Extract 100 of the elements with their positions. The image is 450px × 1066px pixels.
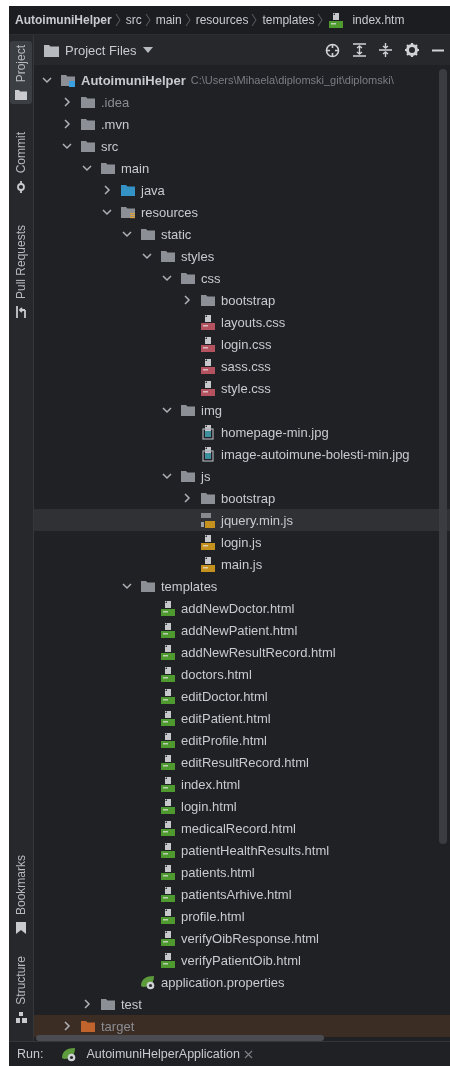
breadcrumb-item[interactable]: index.htm xyxy=(352,13,405,27)
item-name: static xyxy=(161,226,192,242)
image-file-icon xyxy=(200,424,216,440)
tree-row[interactable]: java xyxy=(34,179,450,201)
run-tab[interactable]: AutoimuniHelperApplication xyxy=(61,1046,253,1062)
folder-icon xyxy=(200,491,216,505)
tree-row[interactable]: patientsArhive.html xyxy=(34,883,450,905)
tree-row[interactable]: profile.html xyxy=(34,905,450,927)
tool-window-button[interactable]: Pull Requests xyxy=(10,220,32,322)
tree-row[interactable]: main.js xyxy=(34,553,450,575)
tree-row[interactable]: doctors.html xyxy=(34,663,450,685)
tree-row[interactable]: verifyOibResponse.html xyxy=(34,927,450,949)
folder-icon xyxy=(60,73,76,87)
item-name: homepage-min.jpg xyxy=(221,424,329,440)
breadcrumb-item[interactable]: main xyxy=(155,13,182,27)
item-name: java xyxy=(141,182,165,198)
tree-row[interactable]: bootstrap xyxy=(34,289,450,311)
tree-row[interactable]: static xyxy=(34,223,450,245)
tree-row[interactable]: editProfile.html xyxy=(34,729,450,751)
item-name: layouts.css xyxy=(221,314,286,330)
settings-icon[interactable] xyxy=(405,43,419,57)
tree-row[interactable]: addNewPatient.html xyxy=(34,619,450,641)
item-name: patients.html xyxy=(181,864,255,880)
tree-row[interactable]: patients.html xyxy=(34,861,450,883)
tree-row[interactable]: style.css xyxy=(34,377,450,399)
html-file-icon xyxy=(328,12,345,28)
item-name: addNewPatient.html xyxy=(181,622,298,638)
folder-icon xyxy=(80,1019,96,1033)
tree-row[interactable]: img xyxy=(34,399,450,421)
html-file-icon xyxy=(160,776,176,792)
collapse-all-icon[interactable] xyxy=(379,43,392,57)
tree-row[interactable]: editResultRecord.html xyxy=(34,751,450,773)
html-file-icon xyxy=(160,952,176,968)
tree-row[interactable]: css xyxy=(34,267,450,289)
tree-row[interactable]: layouts.css xyxy=(34,311,450,333)
html-file-icon xyxy=(160,600,176,616)
item-name: css xyxy=(201,270,221,286)
tree-row[interactable]: .mvn xyxy=(34,113,450,135)
tool-window-button[interactable]: Commit xyxy=(10,128,32,197)
tree-row[interactable]: patientHealthResults.html xyxy=(34,839,450,861)
js-file-icon xyxy=(200,556,216,572)
folder-icon xyxy=(180,469,196,483)
tree-row[interactable]: js xyxy=(34,465,450,487)
tree-row[interactable]: bootstrap xyxy=(34,487,450,509)
item-name: index.html xyxy=(181,776,241,792)
html-file-icon xyxy=(160,732,176,748)
item-name: doctors.html xyxy=(181,666,252,682)
folder-icon xyxy=(140,579,156,593)
folder-icon xyxy=(15,89,27,101)
tree-row[interactable]: verifyPatientOib.html xyxy=(34,949,450,971)
html-file-icon xyxy=(160,622,176,638)
tree-row[interactable]: homepage-min.jpg xyxy=(34,421,450,443)
item-name: login.html xyxy=(181,798,237,814)
folder-icon xyxy=(120,205,136,219)
item-name: editProfile.html xyxy=(181,732,267,748)
tree-row[interactable]: test xyxy=(34,993,450,1015)
breadcrumb-item[interactable]: resources xyxy=(195,13,249,27)
item-name: patientsArhive.html xyxy=(181,886,292,902)
tree-row[interactable]: .idea xyxy=(34,91,450,113)
tree-row[interactable]: src xyxy=(34,135,450,157)
tree-row[interactable]: jquery.min.js xyxy=(34,509,450,531)
tree-row[interactable]: login.html xyxy=(34,795,450,817)
expand-all-icon[interactable] xyxy=(353,43,366,57)
tree-row[interactable]: medicalRecord.html xyxy=(34,817,450,839)
folder-icon xyxy=(100,997,116,1011)
breadcrumb-item[interactable]: templates xyxy=(262,13,315,27)
tree-row[interactable]: styles xyxy=(34,245,450,267)
tree-row[interactable]: login.js xyxy=(34,531,450,553)
tree-row[interactable]: AutoimuniHelper C:\Users\Mihaela\diplomski_git\diplomski\ xyxy=(34,69,450,91)
tree-row[interactable]: sass.css xyxy=(34,355,450,377)
dropdown-caret-icon[interactable] xyxy=(142,47,153,53)
tool-window-button[interactable]: Structure xyxy=(10,952,32,1027)
panel-title[interactable]: Project Files xyxy=(65,42,137,58)
minimize-icon[interactable] xyxy=(432,48,444,52)
breadcrumb-item[interactable]: AutoimuniHelper xyxy=(15,13,112,27)
tree-row[interactable]: addNewResultRecord.html xyxy=(34,641,450,663)
locate-icon[interactable] xyxy=(325,42,340,58)
tree-row[interactable]: resources xyxy=(34,201,450,223)
tree-row[interactable]: templates xyxy=(34,575,450,597)
breadcrumb-item[interactable]: src xyxy=(125,13,142,27)
scrollbar[interactable] xyxy=(439,69,447,844)
tree-row[interactable]: target xyxy=(34,1015,450,1037)
tree-row[interactable]: main xyxy=(34,157,450,179)
tree-row[interactable]: application.properties xyxy=(34,971,450,993)
html-file-icon xyxy=(160,908,176,924)
scrollbar[interactable] xyxy=(36,1035,324,1041)
tree-row[interactable]: index.html xyxy=(34,773,450,795)
tree-row[interactable]: editPatient.html xyxy=(34,707,450,729)
item-name: jquery.min.js xyxy=(221,512,293,528)
pull-request-icon xyxy=(15,305,27,318)
tool-window-button[interactable]: Bookmarks xyxy=(10,851,32,939)
commit-icon xyxy=(15,180,27,193)
tree-row[interactable]: image-autoimune-bolesti-min.jpg xyxy=(34,443,450,465)
close-icon[interactable] xyxy=(243,1049,253,1059)
item-name: editResultRecord.html xyxy=(181,754,309,770)
tree-row[interactable]: login.css xyxy=(34,333,450,355)
tree-row[interactable]: editDoctor.html xyxy=(34,685,450,707)
item-name: bootstrap xyxy=(221,490,276,506)
tool-window-button[interactable]: Project xyxy=(10,41,32,105)
tree-row[interactable]: addNewDoctor.html xyxy=(34,597,450,619)
